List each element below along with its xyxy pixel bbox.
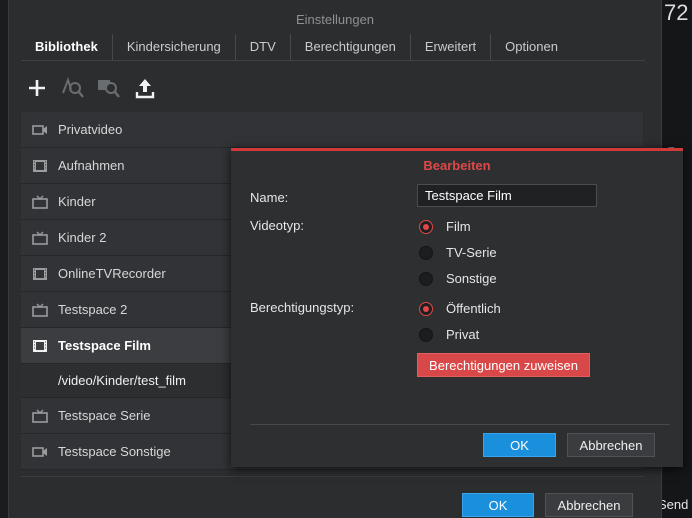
name-label: Name: — [250, 190, 289, 205]
tv-icon — [32, 409, 48, 423]
upload-icon[interactable] — [133, 76, 157, 100]
settings-cancel-button[interactable]: Abbrechen — [545, 493, 633, 517]
radio-label: Film — [446, 219, 471, 234]
dialog-title: Bearbeiten — [423, 158, 491, 173]
tab-optionen[interactable]: Optionen — [491, 34, 572, 60]
tv-icon — [32, 231, 48, 245]
radio-checked-icon — [419, 219, 433, 234]
settings-tabs: Bibliothek Kindersicherung DTV Berechtig… — [21, 34, 572, 60]
list-item-label: Kinder — [58, 194, 96, 209]
list-item-label: OnlineTVRecorder — [58, 266, 166, 281]
videotype-label: Videotyp: — [250, 218, 304, 233]
dialog-cancel-button[interactable]: Abbrechen — [567, 433, 655, 457]
settings-title: Einstellungen — [295, 12, 375, 27]
tabs-divider — [21, 60, 645, 61]
radio-label: Privat — [446, 327, 480, 342]
radio-label: TV-Serie — [446, 245, 497, 260]
tv-icon — [32, 303, 48, 317]
list-item-label: Testspace Serie — [58, 408, 151, 423]
radio-oeffentlich[interactable]: Öffentlich — [419, 301, 501, 316]
film-icon — [32, 339, 48, 353]
radio-film[interactable]: Film — [419, 219, 471, 234]
radio-unchecked-icon — [419, 245, 433, 260]
list-item-label: Testspace Film — [58, 338, 151, 353]
camera-icon — [32, 445, 48, 459]
search-media-icon[interactable] — [97, 76, 121, 100]
tab-berechtigungen[interactable]: Berechtigungen — [291, 34, 411, 60]
list-item[interactable]: Privatvideo — [21, 112, 643, 148]
permission-type-label: Berechtigungstyp: — [250, 300, 355, 315]
radio-sonstige[interactable]: Sonstige — [419, 271, 497, 286]
film-icon — [32, 267, 48, 281]
tab-bibliothek[interactable]: Bibliothek — [21, 34, 113, 60]
library-toolbar — [25, 76, 157, 100]
list-item-label: Aufnahmen — [58, 158, 125, 173]
list-item-label: Privatvideo — [58, 122, 123, 137]
radio-checked-icon — [419, 301, 433, 316]
radio-privat[interactable]: Privat — [419, 327, 479, 342]
footer-divider — [21, 476, 645, 477]
edit-dialog: Bearbeiten Name: Videotyp: Film TV-Serie… — [231, 148, 683, 467]
name-input[interactable] — [417, 184, 597, 207]
add-icon[interactable] — [25, 76, 49, 100]
dialog-ok-button[interactable]: OK — [483, 433, 556, 457]
radio-unchecked-icon — [419, 271, 433, 286]
tv-icon — [32, 195, 48, 209]
send-button[interactable]: Send — [658, 497, 688, 512]
radio-label: Sonstige — [446, 271, 497, 286]
radio-label: Öffentlich — [446, 301, 501, 316]
background-number: 72 — [664, 0, 689, 25]
list-item-label: Testspace 2 — [58, 302, 128, 317]
radio-tv-serie[interactable]: TV-Serie — [419, 245, 497, 260]
tab-erweitert[interactable]: Erweitert — [411, 34, 492, 60]
tab-dtv[interactable]: DTV — [236, 34, 291, 60]
film-icon — [32, 159, 48, 173]
search-folder-icon[interactable] — [61, 76, 85, 100]
assign-permissions-button[interactable]: Berechtigungen zuweisen — [417, 353, 590, 377]
folder-path: /video/Kinder/test_film — [58, 373, 186, 388]
camera-icon — [32, 123, 48, 137]
dialog-divider — [250, 424, 670, 425]
settings-ok-button[interactable]: OK — [462, 493, 534, 517]
list-item-label: Kinder 2 — [58, 230, 107, 245]
radio-unchecked-icon — [419, 327, 433, 342]
list-item-label: Testspace Sonstige — [58, 444, 171, 459]
tab-kindersicherung[interactable]: Kindersicherung — [113, 34, 236, 60]
